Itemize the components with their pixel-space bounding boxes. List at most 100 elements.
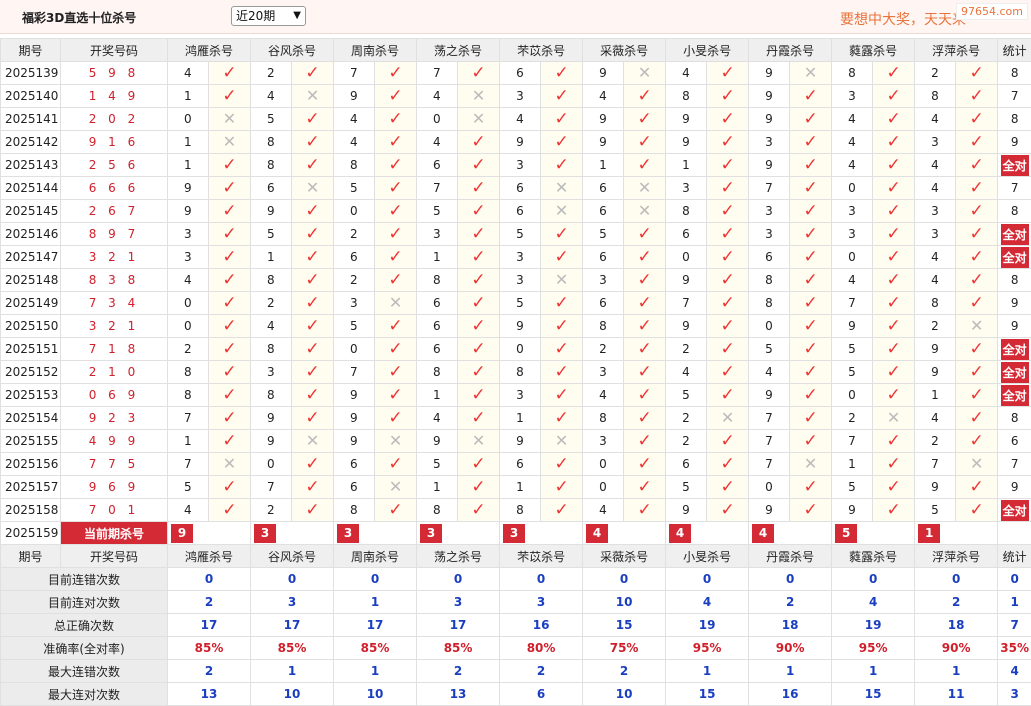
kill-number: 8 bbox=[168, 384, 209, 407]
kill-number: 8 bbox=[500, 499, 541, 522]
check-icon: ✓ bbox=[803, 339, 817, 359]
stats-value: 16 bbox=[500, 614, 583, 637]
kill-number: 4 bbox=[915, 246, 956, 269]
kill-number: 7 bbox=[168, 407, 209, 430]
check-icon: ✓ bbox=[803, 385, 817, 405]
kill-number: 3 bbox=[666, 177, 707, 200]
check-icon: ✓ bbox=[790, 384, 832, 407]
kill-number: 7 bbox=[749, 453, 790, 476]
check-icon: ✓ bbox=[554, 500, 568, 520]
period-id: 2025142 bbox=[1, 131, 61, 154]
cross-icon: ✕ bbox=[956, 315, 998, 338]
kill-number: 7 bbox=[334, 361, 375, 384]
kill-number: 8 bbox=[334, 154, 375, 177]
kill-number: 2 bbox=[251, 62, 292, 85]
check-icon: ✓ bbox=[292, 292, 334, 315]
stats-value: 1 bbox=[998, 591, 1031, 614]
check-icon: ✓ bbox=[887, 362, 901, 382]
stats-value: 90% bbox=[749, 637, 832, 660]
check-icon: ✓ bbox=[624, 315, 666, 338]
kill-number: 3 bbox=[915, 200, 956, 223]
stats-value: 0 bbox=[915, 568, 998, 591]
col-header-expert: 鸿雁杀号 bbox=[168, 39, 251, 62]
kill-number: 4 bbox=[417, 85, 458, 108]
check-icon: ✓ bbox=[970, 408, 984, 428]
period-select[interactable]: 近20期 ▼ bbox=[231, 6, 306, 26]
kill-number: 1 bbox=[251, 246, 292, 269]
col-header-expert: 小旻杀号 bbox=[666, 545, 749, 568]
kill-number: 0 bbox=[749, 476, 790, 499]
check-icon: ✓ bbox=[375, 338, 417, 361]
kill-number: 2 bbox=[666, 338, 707, 361]
check-icon: ✓ bbox=[707, 361, 749, 384]
check-icon: ✓ bbox=[471, 362, 485, 382]
check-icon: ✓ bbox=[970, 293, 984, 313]
current-kill-cell: 1 bbox=[915, 522, 998, 545]
check-icon: ✓ bbox=[637, 477, 651, 497]
check-icon: ✓ bbox=[873, 384, 915, 407]
check-icon: ✓ bbox=[970, 178, 984, 198]
check-icon: ✓ bbox=[970, 155, 984, 175]
cross-icon: ✕ bbox=[389, 293, 402, 312]
kill-number: 5 bbox=[417, 200, 458, 223]
kill-number: 9 bbox=[251, 200, 292, 223]
check-icon: ✓ bbox=[956, 384, 998, 407]
col-header-expert: 鸿雁杀号 bbox=[168, 545, 251, 568]
check-icon: ✓ bbox=[388, 385, 402, 405]
check-icon: ✓ bbox=[388, 270, 402, 290]
draw-number: 3 2 1 bbox=[61, 315, 168, 338]
kill-number: 3 bbox=[832, 85, 873, 108]
check-icon: ✓ bbox=[887, 454, 901, 474]
draw-number: 9 6 9 bbox=[61, 476, 168, 499]
all-correct-badge: 全对 bbox=[1001, 224, 1029, 245]
cross-icon: ✕ bbox=[375, 430, 417, 453]
check-icon: ✓ bbox=[707, 62, 749, 85]
check-icon: ✓ bbox=[637, 86, 651, 106]
kill-number: 7 bbox=[915, 453, 956, 476]
check-icon: ✓ bbox=[956, 177, 998, 200]
kill-number: 3 bbox=[583, 430, 624, 453]
check-icon: ✓ bbox=[970, 339, 984, 359]
stats-value: 13 bbox=[168, 683, 251, 706]
kill-number: 3 bbox=[500, 85, 541, 108]
stats-value: 95% bbox=[832, 637, 915, 660]
check-icon: ✓ bbox=[803, 362, 817, 382]
kill-number: 4 bbox=[749, 361, 790, 384]
table-row: 20251473 2 13✓1✓6✓1✓3✓6✓0✓6✓0✓4✓全对 bbox=[1, 246, 1031, 269]
kill-number: 5 bbox=[832, 338, 873, 361]
kill-number: 4 bbox=[251, 315, 292, 338]
cross-icon: ✕ bbox=[970, 316, 983, 335]
check-icon: ✓ bbox=[471, 339, 485, 359]
current-kill-cell: 3 bbox=[500, 522, 583, 545]
check-icon: ✓ bbox=[624, 430, 666, 453]
cross-icon: ✕ bbox=[458, 85, 500, 108]
stats-value: 2 bbox=[583, 660, 666, 683]
check-icon: ✓ bbox=[720, 477, 734, 497]
check-icon: ✓ bbox=[305, 132, 319, 152]
check-icon: ✓ bbox=[873, 430, 915, 453]
check-icon: ✓ bbox=[637, 385, 651, 405]
check-icon: ✓ bbox=[956, 338, 998, 361]
cross-icon: ✕ bbox=[624, 62, 666, 85]
table-row: 20251522 1 08✓3✓7✓8✓8✓3✓4✓4✓5✓9✓全对 bbox=[1, 361, 1031, 384]
check-icon: ✓ bbox=[803, 431, 817, 451]
kill-number: 9 bbox=[334, 384, 375, 407]
stats-value: 11 bbox=[915, 683, 998, 706]
draw-number: 7 1 8 bbox=[61, 338, 168, 361]
kill-number: 5 bbox=[583, 223, 624, 246]
hit-count: 8 bbox=[998, 407, 1031, 430]
kill-number: 3 bbox=[500, 246, 541, 269]
table-row: 20251432 5 61✓8✓8✓6✓3✓1✓1✓9✓4✓4✓全对 bbox=[1, 154, 1031, 177]
cross-icon: ✕ bbox=[541, 200, 583, 223]
check-icon: ✓ bbox=[292, 407, 334, 430]
check-icon: ✓ bbox=[873, 499, 915, 522]
kill-number: 7 bbox=[334, 62, 375, 85]
cross-icon: ✕ bbox=[209, 108, 251, 131]
check-icon: ✓ bbox=[970, 431, 984, 451]
kill-number: 1 bbox=[500, 476, 541, 499]
cross-icon: ✕ bbox=[970, 454, 983, 473]
check-icon: ✓ bbox=[209, 223, 251, 246]
stats-value: 18 bbox=[915, 614, 998, 637]
check-icon: ✓ bbox=[790, 315, 832, 338]
stats-label: 目前连对次数 bbox=[1, 591, 168, 614]
